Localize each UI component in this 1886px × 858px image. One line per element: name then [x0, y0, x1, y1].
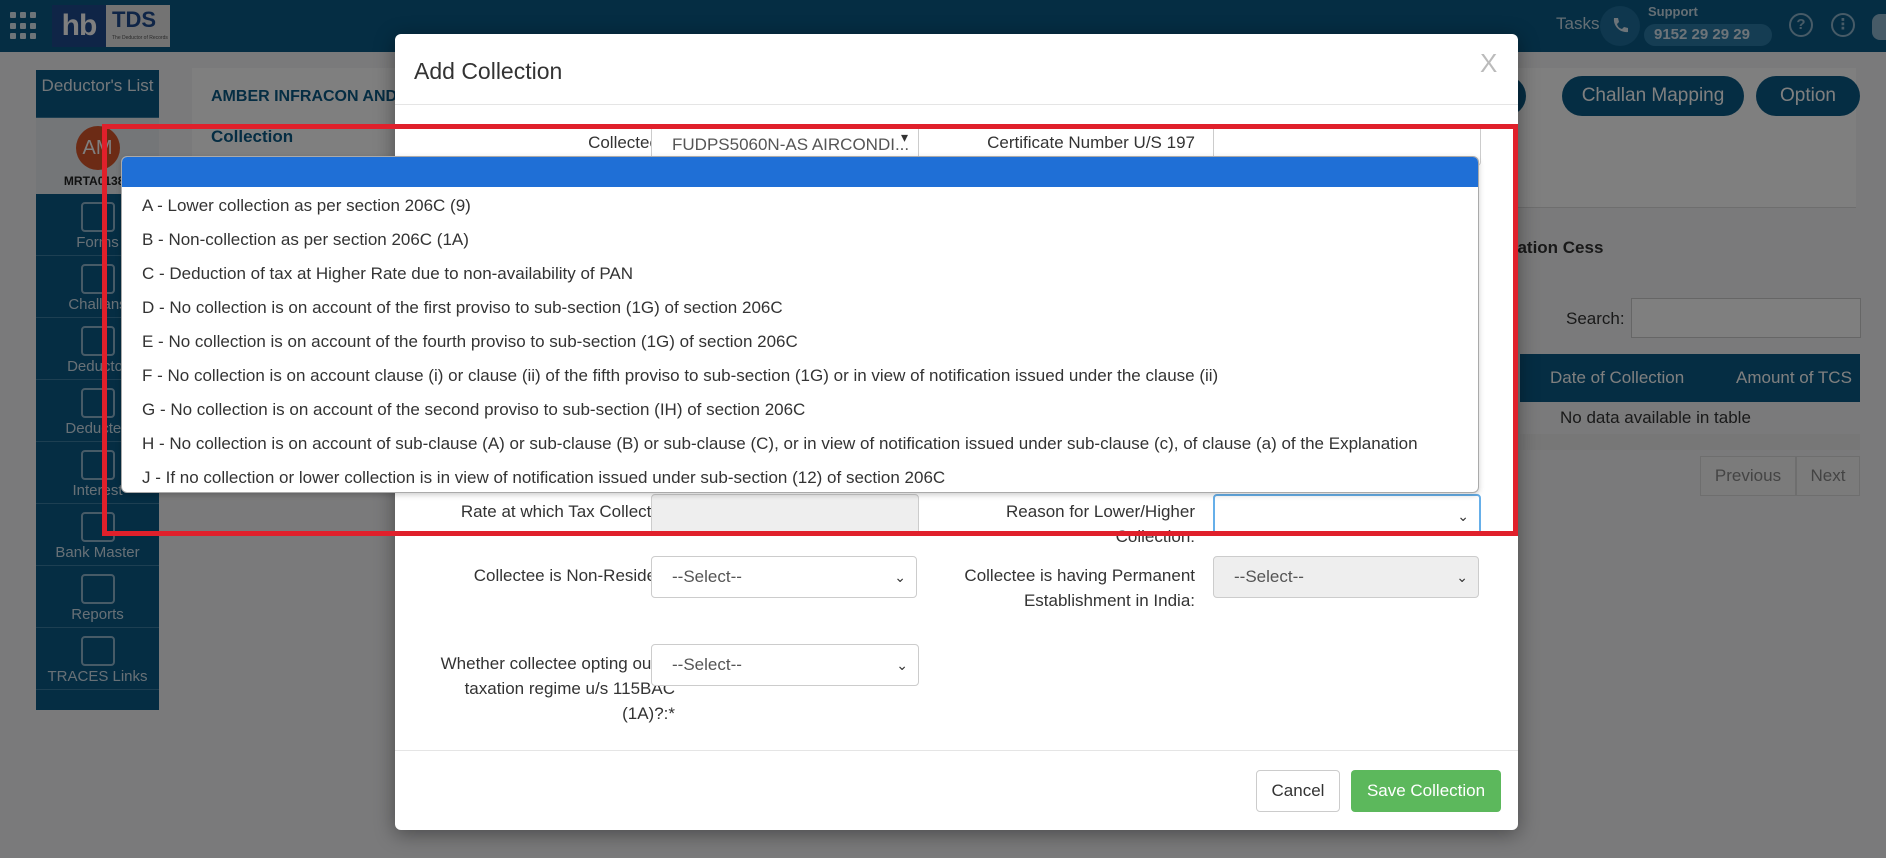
- save-collection-button[interactable]: Save Collection: [1351, 770, 1501, 812]
- opt-out-select[interactable]: --Select-- ⌄: [651, 644, 919, 686]
- modal-footer-divider: [395, 750, 1518, 751]
- chevron-down-icon: ⌄: [896, 657, 908, 673]
- cancel-button[interactable]: Cancel: [1256, 770, 1340, 812]
- modal-title: Add Collection: [414, 58, 563, 84]
- close-icon[interactable]: X: [1480, 48, 1497, 79]
- chevron-down-icon: ⌄: [1456, 569, 1468, 585]
- non-resident-label: Collectee is Non-Resident:: [473, 566, 675, 585]
- permanent-establishment-select[interactable]: --Select-- ⌄: [1213, 556, 1479, 598]
- permanent-establishment-value: --Select--: [1234, 567, 1304, 586]
- non-resident-value: --Select--: [672, 567, 742, 586]
- modal-header-divider: [395, 104, 1518, 105]
- permanent-establishment-label: Collectee is having Permanent Establishm…: [964, 566, 1195, 610]
- non-resident-select[interactable]: --Select-- ⌄: [651, 556, 917, 598]
- chevron-down-icon: ⌄: [894, 569, 906, 585]
- opt-out-value: --Select--: [672, 655, 742, 674]
- opt-out-label: Whether collectee opting out of taxation…: [440, 654, 675, 723]
- annotation-highlight-box: [102, 124, 1518, 536]
